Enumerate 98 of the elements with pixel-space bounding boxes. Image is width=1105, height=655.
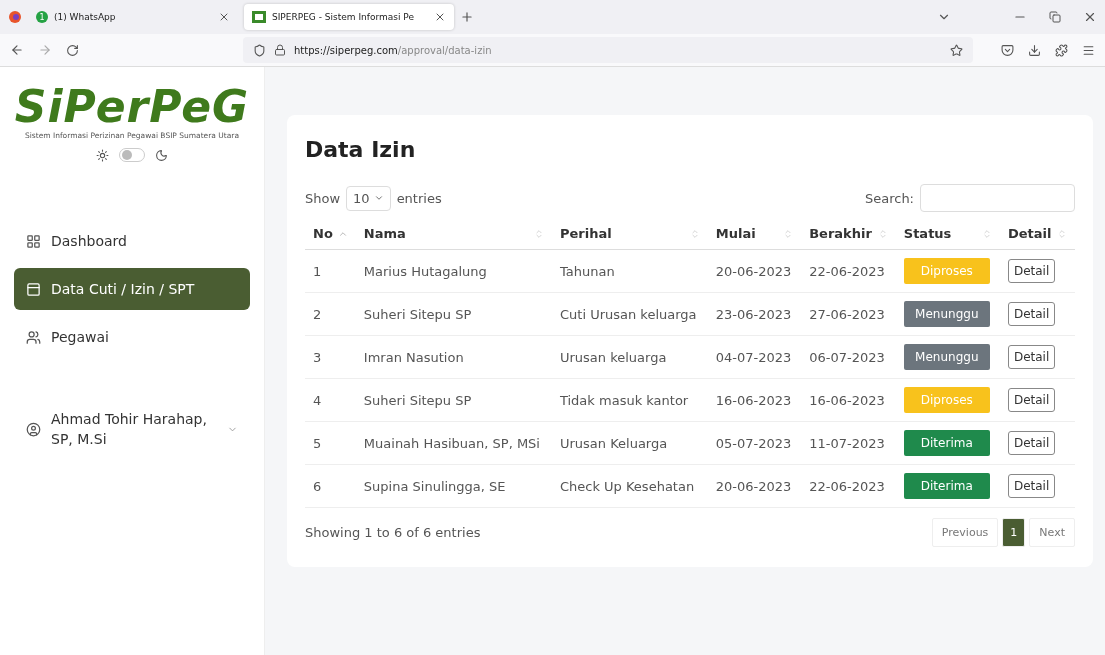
column-header[interactable]: Status [903,226,952,241]
download-icon[interactable] [1028,43,1041,57]
column-header[interactable]: Perihal [559,226,612,241]
detail-button[interactable]: Detail [1007,345,1056,369]
search-field[interactable] [920,184,1075,212]
table-cell: 05-07-2023 [707,421,802,465]
table-cell: Cuti Urusan keluarga [551,292,708,336]
restore-icon[interactable] [1049,11,1061,23]
page-size-select[interactable]: 10 [346,185,391,211]
pagination-button[interactable]: Next [1029,518,1075,547]
moon-icon [155,148,168,162]
lock-icon [274,44,286,56]
column-header[interactable]: Mulai [715,226,756,241]
table-cell: 4 [305,378,356,422]
table-cell: 6 [305,464,356,508]
table-cell: Muainah Hasibuan, SP, MSi [355,421,552,465]
status-badge: Diproses [903,387,990,413]
table-cell: Tahunan [551,249,708,293]
detail-button[interactable]: Detail [1007,431,1056,455]
show-label: Show [305,190,341,206]
back-icon[interactable] [10,43,24,57]
detail-button[interactable]: Detail [1007,474,1056,498]
page-button[interactable]: 1 [1002,518,1026,547]
table-cell: Urusan keluarga [551,335,708,379]
menu-icon[interactable] [1082,43,1095,57]
search-label: Search: [864,190,914,206]
table-info: Showing 1 to 6 of 6 entries [305,525,481,540]
table-cell: Suheri Sitepu SP [355,292,552,336]
sort-icon [981,228,992,239]
site-favicon-icon [252,11,266,23]
close-icon[interactable] [434,11,446,23]
address-bar[interactable]: https://siperpeg.com/approval/data-izin [243,37,973,63]
status-badge: Diproses [903,258,990,284]
star-icon[interactable] [950,43,963,57]
theme-toggle[interactable] [119,148,145,162]
page-title: Data Izin [305,137,417,162]
column-header[interactable]: No [313,226,333,241]
table-cell: Tidak masuk kantor [551,378,708,422]
status-badge: Diterima [903,473,990,499]
table-cell: 20-06-2023 [707,464,802,508]
table-cell: Supina Sinulingga, SE [355,464,552,508]
detail-button[interactable]: Detail [1007,388,1056,412]
table-cell: 16-06-2023 [801,378,896,422]
logo: SiPerPeG [14,85,250,129]
user-name[interactable]: Ahmad Tohir Harahap, SP, M.Si [51,410,217,450]
table-cell: 04-07-2023 [707,335,802,379]
table-cell: 27-06-2023 [801,292,896,336]
pocket-icon[interactable] [1001,43,1014,57]
pagination-button[interactable]: Previous [931,518,999,547]
entries-label: entries [396,190,442,206]
sidebar-item[interactable]: Data Cuti / Izin / SPT [14,268,250,310]
table-cell: 11-07-2023 [801,421,896,465]
sort-icon [533,228,544,239]
table-cell: 2 [305,292,356,336]
table-cell: 22-06-2023 [801,249,896,293]
window-icon [26,281,41,297]
browser-tab[interactable]: SIPERPEG - Sistem Informasi Pe [244,4,454,30]
column-header[interactable]: Nama [363,226,406,241]
user-icon [26,422,41,438]
detail-button[interactable]: Detail [1007,302,1056,326]
sun-icon [96,148,109,162]
sidebar-item[interactable]: Pegawai [14,316,250,358]
close-icon[interactable] [218,11,230,23]
sidebar-item[interactable]: Dashboard [14,220,250,262]
table-cell: Suheri Sitepu SP [355,378,552,422]
table-cell: 3 [305,335,356,379]
table-cell: 23-06-2023 [707,292,802,336]
status-badge: Menunggu [903,344,990,370]
sort-icon [1057,228,1067,239]
table-cell: 16-06-2023 [707,378,802,422]
sort-icon [783,228,794,239]
table-cell: Imran Nasution [355,335,552,379]
table-cell: Marius Hutagalung [355,249,552,293]
notification-badge: 1 [36,11,48,23]
table-cell: Check Up Kesehatan [551,464,708,508]
table-cell: 06-07-2023 [801,335,896,379]
new-tab-icon[interactable] [460,10,474,24]
table-cell: 20-06-2023 [707,249,802,293]
reload-icon[interactable] [66,43,79,57]
grid-icon [26,233,41,249]
sort-icon [877,228,888,239]
status-badge: Menunggu [903,301,990,327]
table-cell: 22-06-2023 [801,464,896,508]
table-cell: 5 [305,421,356,465]
browser-logo-icon[interactable] [8,10,22,24]
column-header[interactable]: Detail [1007,226,1052,241]
extensions-icon[interactable] [1055,43,1068,57]
close-icon[interactable] [1083,10,1097,24]
browser-tab[interactable]: 1 (1) WhatsApp [28,4,238,30]
status-badge: Diterima [903,430,990,456]
users-icon [26,329,41,345]
table-cell: 1 [305,249,356,293]
detail-button[interactable]: Detail [1007,259,1056,283]
table-cell: Urusan Keluarga [551,421,708,465]
column-header[interactable]: Berakhir [809,226,872,241]
chevron-down-icon [373,193,384,203]
shield-icon [253,43,266,57]
sort-icon [689,228,700,239]
